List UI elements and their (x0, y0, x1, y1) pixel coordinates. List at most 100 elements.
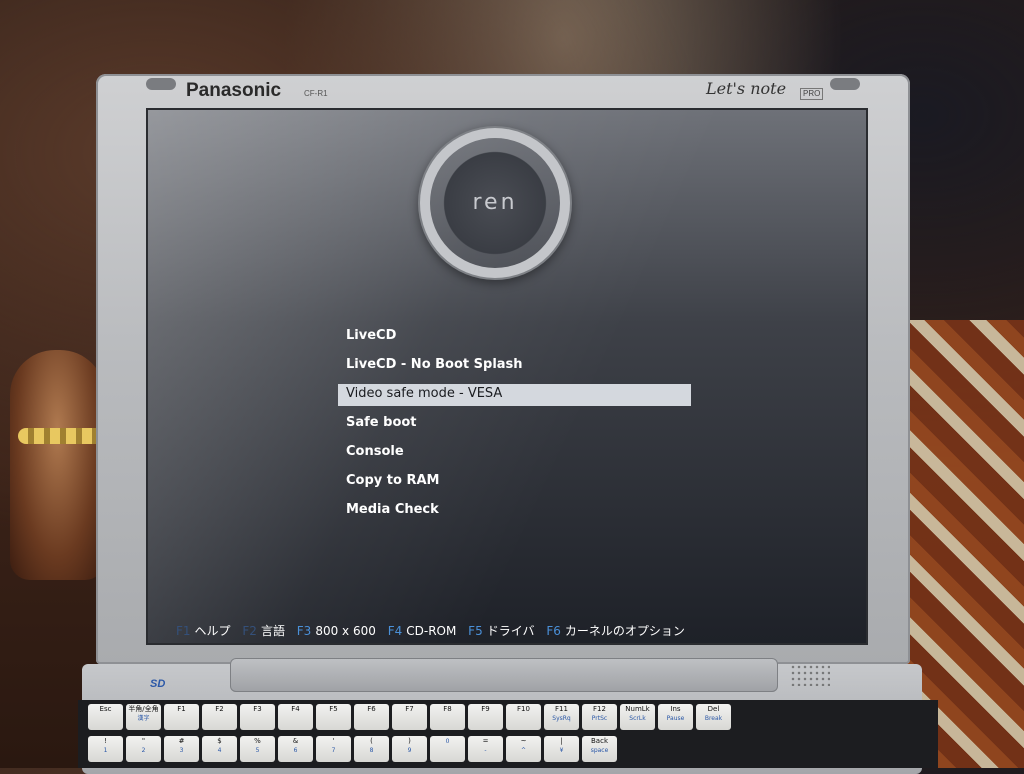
keyboard-key[interactable]: F11 SysRq (544, 704, 579, 730)
fkey-f2-label[interactable]: 言語 (261, 624, 285, 638)
fkey-f6-key[interactable]: F6 (546, 624, 561, 638)
fkey-f5-label[interactable]: ドライバ (487, 624, 535, 638)
keyboard-key[interactable]: | ¥ (544, 736, 579, 762)
keyboard-key-label: ) (408, 737, 411, 745)
keyboard-key-label: F1 (177, 705, 186, 713)
keyboard-key[interactable]: F8 (430, 704, 465, 730)
keyboard-key-sublabel: 5 (255, 747, 260, 754)
fkey-f4-label[interactable]: CD-ROM (406, 624, 456, 638)
keyboard-key-sublabel: 3 (179, 747, 184, 754)
keyboard-key-label: F12 (593, 705, 606, 713)
boot-option-safe-boot[interactable]: Safe boot (338, 413, 698, 442)
keyboard-key-label: # (178, 737, 185, 745)
fkey-f5-key[interactable]: F5 (468, 624, 483, 638)
keyboard-key[interactable]: F3 (240, 704, 275, 730)
fkey-f3-key[interactable]: F3 (297, 624, 312, 638)
keyboard-key[interactable]: & 6 (278, 736, 313, 762)
boot-option-console[interactable]: Console (338, 442, 698, 471)
touchpad-hinge (230, 658, 778, 692)
speaker-grille (790, 664, 830, 686)
keyboard-key[interactable]: #3 (164, 736, 199, 762)
keyboard-key-sublabel: SysRq (552, 715, 571, 722)
keyboard-key[interactable]: F2 (202, 704, 237, 730)
background-doll (10, 350, 105, 580)
keyboard-key[interactable]: Ins Pause (658, 704, 693, 730)
keyboard-key-label: ' (332, 737, 335, 745)
keyboard-key[interactable]: 0 (430, 736, 465, 762)
keyboard-key-sublabel: 6 (293, 747, 298, 754)
fkey-f1-key[interactable]: F1 (176, 624, 191, 638)
keyboard-key-label: & (292, 737, 299, 745)
keyboard-key[interactable]: F4 (278, 704, 313, 730)
fkey-f4-key[interactable]: F4 (388, 624, 403, 638)
fkey-f3-label[interactable]: 800 x 600 (315, 624, 376, 638)
boot-screen: ren LiveCD LiveCD - No Boot Splash Video… (146, 108, 868, 645)
keyboard-key-label: F6 (367, 705, 376, 713)
background-doll-band (18, 428, 106, 444)
keyboard-row-number: ! 1 " 2 #3 $4% 5 & 6 ' 7(8) 9 0 = - ~ ^ | ¥ Back space (88, 736, 928, 762)
keyboard-key[interactable]: ' 7 (316, 736, 351, 762)
keyboard-key-label: F4 (291, 705, 300, 713)
series-badge: PRO (800, 88, 824, 100)
keyboard-key-label: Del (707, 705, 720, 713)
keyboard-key[interactable]: Del Break (696, 704, 731, 730)
boot-option-copy-to-ram[interactable]: Copy to RAM (338, 471, 698, 500)
keyboard-key-sublabel: Break (704, 715, 723, 722)
keyboard-key-label: = (482, 737, 489, 745)
keyboard-key-label: F5 (329, 705, 338, 713)
keyboard-key[interactable]: = - (468, 736, 503, 762)
keyboard-key-label: F9 (481, 705, 490, 713)
fkey-f1-label[interactable]: ヘルプ (195, 624, 231, 638)
keyboard-key-label: F8 (443, 705, 452, 713)
keyboard-key-sublabel: 1 (103, 747, 108, 754)
boot-option-livecd[interactable]: LiveCD (338, 326, 698, 355)
boot-option-video-safe-mode[interactable]: Video safe mode - VESA (338, 384, 691, 406)
keyboard-key-label: F2 (215, 705, 224, 713)
boot-option-livecd-no-splash[interactable]: LiveCD - No Boot Splash (338, 355, 698, 384)
keyboard-key-label: Back (591, 737, 608, 745)
fkey-f6-label[interactable]: カーネルのオプション (565, 624, 685, 638)
keyboard-key-sublabel: PrtSc (591, 715, 608, 722)
keyboard-key-sublabel: Pause (666, 715, 685, 722)
keyboard-key[interactable]: " 2 (126, 736, 161, 762)
keyboard-key-sublabel: - (484, 747, 487, 754)
keyboard-key[interactable]: Esc (88, 704, 123, 730)
keyboard-key-label: NumLk (625, 705, 650, 713)
keyboard-key-label: ! (104, 737, 107, 745)
keyboard-key[interactable]: (8 (354, 736, 389, 762)
keyboard-key[interactable]: F1 (164, 704, 199, 730)
keyboard-key[interactable]: % 5 (240, 736, 275, 762)
sd-card-logo: SD (150, 678, 166, 690)
keyboard-key[interactable]: ! 1 (88, 736, 123, 762)
keyboard-key[interactable]: 半角/全角漢字 (126, 704, 161, 730)
keyboard-key-sublabel: ScrLk (629, 715, 646, 722)
distro-logo: ren (430, 138, 560, 268)
keyboard-key[interactable]: F10 (506, 704, 541, 730)
keyboard-key[interactable]: F7 (392, 704, 427, 730)
keyboard-key[interactable]: F5 (316, 704, 351, 730)
keyboard-key-label: ~ (520, 737, 527, 745)
keyboard: Esc 半角/全角 漢字 F1 F2 F3 F4 F5 F6 F7 F8 F9 F10 F11 SysRq F… (78, 700, 938, 768)
keyboard-key[interactable]: F9 (468, 704, 503, 730)
keyboard-key[interactable]: Back space (582, 736, 617, 762)
keyboard-key-sublabel: ¥ (559, 747, 564, 754)
model-label: CF-R1 (304, 89, 328, 98)
keyboard-key[interactable]: ~ ^ (506, 736, 541, 762)
keyboard-key[interactable]: ) 9 (392, 736, 427, 762)
keyboard-key-sublabel: space (590, 747, 609, 754)
lid-latch-left (146, 78, 176, 90)
boot-option-media-check[interactable]: Media Check (338, 500, 698, 529)
series-logo: Let's note (706, 79, 787, 98)
keyboard-key[interactable]: $4 (202, 736, 237, 762)
lid-latch-right (830, 78, 860, 90)
keyboard-key-label: $ (217, 737, 222, 745)
keyboard-key[interactable]: NumLk ScrLk (620, 704, 655, 730)
keyboard-key[interactable]: F6 (354, 704, 389, 730)
fkey-f2-key[interactable]: F2 (242, 624, 257, 638)
function-key-bar: F1 ヘルプ F2 言語 F3 800 x 600 F4 CD-ROM F5 ドライバ F… (168, 622, 685, 639)
keyboard-key[interactable]: F12 PrtSc (582, 704, 617, 730)
brand-logo: Panasonic (186, 80, 282, 101)
keyboard-key-label: " (141, 737, 146, 745)
keyboard-key-label: 半角/全角 (128, 705, 159, 713)
keyboard-key-sublabel: 漢字 (137, 715, 150, 722)
